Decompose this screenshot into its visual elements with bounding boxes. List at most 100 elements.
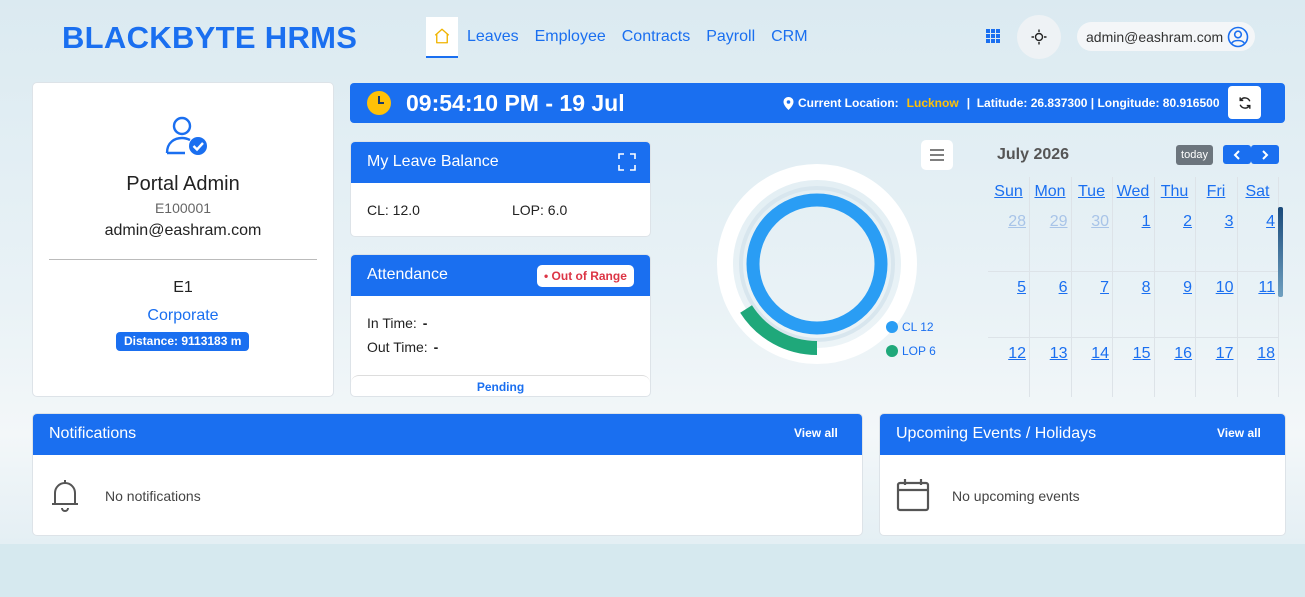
location-label: Current Location:	[798, 96, 899, 110]
donut-segment-cl[interactable]	[746, 193, 888, 335]
calendar-icon	[896, 479, 930, 512]
calendar-day-cell[interactable]: 16	[1154, 338, 1196, 397]
calendar-day-cell[interactable]: 30	[1071, 206, 1113, 272]
nav-leaves[interactable]: Leaves	[467, 28, 519, 46]
calendar-day-cell[interactable]: 17	[1196, 338, 1238, 397]
out-of-range-badge: • Out of Range	[537, 265, 634, 287]
calendar-day-cell[interactable]: 18	[1237, 338, 1279, 397]
events-empty: No upcoming events	[952, 488, 1080, 504]
calendar-day-cell[interactable]: 11	[1237, 272, 1279, 338]
legend-lop-dot	[886, 345, 898, 357]
clock-bar: 09:54:10 PM - 19 Jul Current Location: L…	[350, 83, 1285, 123]
profile-email: admin@eashram.com	[104, 222, 262, 239]
location-coordinates: Latitude: 26.837300 | Longitude: 80.9165…	[976, 96, 1220, 110]
calendar-day-cell[interactable]: 9	[1154, 272, 1196, 338]
apps-grid-icon[interactable]	[986, 29, 1000, 43]
profile-card: Portal Admin E100001 admin@eashram.com E…	[32, 82, 334, 397]
user-check-icon	[165, 116, 207, 155]
calendar-day-header[interactable]: Fri	[1196, 177, 1238, 206]
chevron-left-icon	[1233, 149, 1240, 160]
calendar-day-cell[interactable]: 7	[1071, 272, 1113, 338]
home-icon	[434, 28, 450, 44]
next-month-button[interactable]	[1251, 145, 1279, 164]
location-separator: |	[966, 96, 977, 110]
attendance-title: Attendance	[367, 266, 448, 283]
calendar-day-header[interactable]: Wed	[1113, 177, 1155, 206]
calendar-day-cell[interactable]: 10	[1195, 272, 1238, 338]
clock-icon	[367, 91, 391, 115]
calendar-day-cell[interactable]: 29	[1029, 206, 1072, 272]
location-info: Current Location: Lucknow | Latitude: 26…	[783, 96, 1220, 110]
calendar-day-cell[interactable]: 14	[1071, 338, 1113, 397]
today-button[interactable]: today	[1176, 145, 1213, 165]
profile-code: E1	[173, 279, 193, 296]
legend-cl-label: CL 12	[902, 320, 934, 334]
calendar-day-header[interactable]: Sat	[1237, 177, 1279, 206]
calendar-day-cell[interactable]: 12	[988, 338, 1030, 397]
calendar-day-cell[interactable]: 6	[1029, 272, 1072, 338]
refresh-icon	[1238, 96, 1251, 109]
calendar-day-cell[interactable]: 3	[1195, 206, 1238, 272]
notifications-header: Notifications View all	[33, 414, 862, 455]
calendar-day-cell[interactable]: 15	[1113, 338, 1155, 397]
calendar-day-header[interactable]: Mon	[1030, 177, 1072, 206]
notifications-view-all[interactable]: View all	[794, 426, 838, 440]
legend-cl[interactable]: CL 12	[886, 320, 934, 334]
sun-icon	[1031, 29, 1047, 45]
calendar-day-header[interactable]: Thu	[1154, 177, 1196, 206]
nav-home[interactable]	[426, 16, 458, 58]
events-card: Upcoming Events / Holidays View all No u…	[879, 413, 1286, 536]
hamburger-icon	[930, 149, 944, 161]
calendar-day-header[interactable]: Sun	[988, 177, 1030, 206]
calendar-title: July 2026	[997, 146, 1070, 163]
notifications-card: Notifications View all No notifications	[32, 413, 863, 536]
events-view-all[interactable]: View all	[1217, 426, 1261, 440]
in-time-label: In Time:	[367, 315, 417, 331]
in-time-row: In Time: -	[367, 315, 427, 331]
events-header: Upcoming Events / Holidays View all	[880, 414, 1285, 455]
map-pin-icon	[783, 96, 794, 110]
out-time-label: Out Time:	[367, 339, 428, 355]
nav-crm[interactable]: CRM	[771, 28, 807, 46]
expand-icon[interactable]	[618, 153, 636, 171]
bell-icon	[52, 480, 78, 512]
leave-balance-card: My Leave Balance CL: 12.0 LOP: 6.0	[350, 141, 651, 237]
calendar-day-cell[interactable]: 5	[988, 272, 1030, 338]
calendar-day-cell[interactable]: 13	[1030, 338, 1072, 397]
user-menu[interactable]: admin@eashram.com	[1077, 22, 1255, 51]
calendar-scrollbar[interactable]	[1278, 207, 1283, 297]
nav-employee[interactable]: Employee	[535, 28, 606, 46]
calendar-day-cell[interactable]: 2	[1154, 206, 1196, 272]
profile-name: Portal Admin	[126, 173, 240, 195]
calendar-day-cell[interactable]: 28	[988, 206, 1030, 272]
profile-employee-id: E100001	[154, 200, 212, 216]
leave-balance-title: My Leave Balance	[367, 153, 499, 170]
location-city: Lucknow	[906, 96, 959, 110]
calendar-day-cell[interactable]: 1	[1112, 206, 1155, 272]
nav-contracts[interactable]: Contracts	[622, 28, 690, 46]
calendar-day-header[interactable]: Tue	[1071, 177, 1113, 206]
calendar-day-cell[interactable]: 8	[1112, 272, 1155, 338]
profile-divider	[49, 259, 317, 260]
profile-department[interactable]: Corporate	[33, 307, 333, 325]
user-email: admin@eashram.com	[1086, 28, 1224, 45]
leave-donut-chart	[717, 164, 917, 364]
brand-logo[interactable]: BLACKBYTE HRMS	[62, 20, 357, 56]
legend-cl-dot	[886, 321, 898, 333]
calendar-day-cell[interactable]: 4	[1237, 206, 1279, 272]
refresh-location-button[interactable]	[1228, 86, 1261, 119]
chart-menu-button[interactable]	[921, 140, 953, 170]
distance-badge: Distance: 9113183 m	[116, 332, 250, 351]
events-title: Upcoming Events / Holidays	[896, 425, 1097, 442]
in-time-value: -	[422, 315, 428, 331]
attendance-card: Attendance • Out of Range In Time: - Out…	[350, 254, 651, 397]
theme-toggle-button[interactable]	[1017, 15, 1061, 59]
attendance-status[interactable]: Pending	[351, 375, 650, 397]
prev-month-button[interactable]	[1223, 145, 1251, 164]
legend-lop[interactable]: LOP 6	[886, 344, 936, 358]
out-time-row: Out Time: -	[367, 339, 438, 355]
chevron-right-icon	[1262, 149, 1269, 160]
calendar-grid: Sun Mon Tue Wed Thu Fri Sat 28 29 30 1 2 3 4 5 6 7 8 9 10 11…	[988, 177, 1283, 397]
nav-payroll[interactable]: Payroll	[706, 28, 755, 46]
current-time: 09:54:10 PM - 19 Jul	[406, 90, 625, 116]
